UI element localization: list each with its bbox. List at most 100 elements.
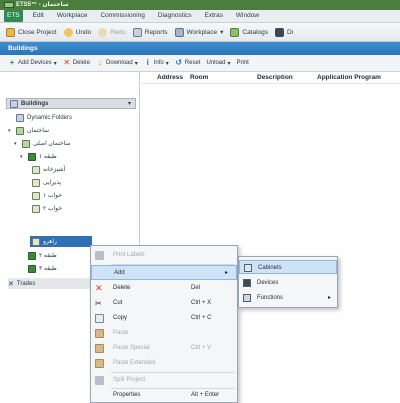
tree-item-trades[interactable]: ✕ Trades <box>8 278 90 289</box>
menu-item-split-project[interactable]: Split Project <box>91 373 237 388</box>
unload-button[interactable]: Unload ▾ <box>206 60 230 67</box>
tree-item-building[interactable]: ▾ ساختمان <box>8 125 49 136</box>
menu-ets[interactable]: ETS <box>4 10 23 22</box>
menu-item-paste[interactable]: Paste <box>91 326 237 341</box>
redo-icon <box>98 27 108 37</box>
print-button[interactable]: Print <box>237 60 249 66</box>
menu-item-paste-special[interactable]: Paste Special Ctrl + V <box>91 341 237 356</box>
download-button[interactable]: ↓ Download ▾ <box>96 59 138 67</box>
room-icon <box>32 191 40 200</box>
devices-grid-header: Address Room Description Application Pro… <box>141 72 400 84</box>
reset-icon: ↺ <box>175 58 183 67</box>
column-header-address[interactable]: Address <box>157 74 183 81</box>
chevron-down-icon: ▾ <box>53 60 57 67</box>
submenu-item-functions[interactable]: Functions ▸ <box>239 291 337 305</box>
expander-icon: ▾ <box>14 140 17 147</box>
column-header-application-program[interactable]: Application Program <box>317 74 381 81</box>
floor-icon <box>28 152 36 161</box>
menu-item-delete[interactable]: ✕ Delete Del <box>91 281 237 296</box>
room-icon <box>32 204 40 213</box>
chevron-down-icon: ▾ <box>127 101 131 107</box>
expander-icon: ▾ <box>20 153 23 160</box>
tree-item-floor-3[interactable]: طبقه ۳ <box>20 263 57 274</box>
diagnostics-icon <box>275 27 285 37</box>
menu-commissioning[interactable]: Commissioning <box>97 10 147 22</box>
workplace-icon <box>174 27 184 37</box>
context-menu: Print Labels Add ▸ ✕ Delete Del ✂ Cut Ct… <box>90 245 238 403</box>
tree-item-main-building[interactable]: ▾ ساختمان اصلی <box>14 138 71 149</box>
submenu-item-devices[interactable]: Devices <box>239 276 337 290</box>
tree-item-room-bedroom-2[interactable]: خواب ۲ <box>32 203 62 214</box>
window-title: ETS5™ - ساختمان <box>16 2 69 8</box>
submenu-arrow-icon: ▸ <box>224 270 228 276</box>
column-header-description[interactable]: Description <box>257 74 293 81</box>
info-button[interactable]: i Info ▾ <box>144 59 169 67</box>
plus-icon: + <box>9 58 15 67</box>
submenu-arrow-icon: ▸ <box>327 295 331 301</box>
undo-button[interactable]: Undo <box>63 27 91 37</box>
floor-icon <box>28 251 36 260</box>
cut-icon: ✂ <box>95 299 102 308</box>
panel-title: Buildings <box>8 45 38 52</box>
menu-workplace[interactable]: Workplace <box>54 10 91 22</box>
function-icon <box>243 294 251 302</box>
buildings-panel-header: Buildings <box>0 42 400 55</box>
main-toolbar: Close Project Undo Redo Reports Workplac… <box>0 23 400 42</box>
undo-icon <box>63 27 73 37</box>
tree-header-buildings[interactable]: Buildings ▾ <box>6 98 136 109</box>
paste-special-icon <box>95 344 104 353</box>
download-icon: ↓ <box>98 58 103 67</box>
chevron-down-icon: ▾ <box>220 29 224 36</box>
panel-toolbar: + Add Devices ▾ ✕ Delete ↓ Download ▾ i … <box>0 55 400 72</box>
delete-icon: ✕ <box>63 58 71 67</box>
paste-icon <box>95 329 104 338</box>
reset-button[interactable]: ↺ Reset <box>175 58 200 67</box>
room-icon <box>32 165 40 174</box>
split-project-icon <box>95 376 104 385</box>
submenu-item-cabinets[interactable]: Cabinets <box>239 260 337 274</box>
print-icon <box>95 251 104 260</box>
tree-item-room-kitchen[interactable]: آشپزخانه <box>32 164 65 175</box>
title-bar: ETS5™ - ساختمان <box>0 0 400 10</box>
add-devices-button[interactable]: + Add Devices ▾ <box>8 59 57 67</box>
menu-diagnostics[interactable]: Diagnostics <box>155 10 195 22</box>
delete-icon: ✕ <box>95 283 103 293</box>
tree-item-room-reception[interactable]: پذیرایی <box>32 177 61 188</box>
add-submenu: Cabinets Devices Functions ▸ <box>238 256 338 308</box>
menu-item-copy[interactable]: Copy Ctrl + C <box>91 311 237 326</box>
room-icon <box>32 237 40 246</box>
chevron-down-icon: ▾ <box>134 60 138 67</box>
expander-icon: ▾ <box>8 127 11 134</box>
tree-item-floor-2[interactable]: طبقه ۲ <box>20 250 57 261</box>
menu-edit[interactable]: Edit <box>30 10 47 22</box>
device-icon <box>243 279 251 287</box>
menu-item-add[interactable]: Add ▸ <box>91 265 237 280</box>
floor-icon <box>28 264 36 273</box>
info-icon: i <box>146 58 149 67</box>
tree-item-floor-1[interactable]: ▾ طبقه ۱ <box>20 151 57 162</box>
trades-icon: ✕ <box>8 280 14 288</box>
workplace-button[interactable]: Workplace ▾ <box>174 27 224 37</box>
menu-item-cut[interactable]: ✂ Cut Ctrl + X <box>91 296 237 311</box>
copy-icon <box>95 314 104 323</box>
column-header-room[interactable]: Room <box>190 74 208 81</box>
menu-item-print-labels[interactable]: Print Labels <box>91 248 237 263</box>
diagnostics-button[interactable]: Di <box>275 27 293 37</box>
menu-item-properties[interactable]: Properties Alt + Enter <box>91 388 237 403</box>
close-project-icon <box>6 27 15 37</box>
catalogs-button[interactable]: Catalogs <box>230 27 268 37</box>
menu-window[interactable]: Window <box>233 10 262 22</box>
redo-button[interactable]: Redo <box>98 27 126 37</box>
building-icon <box>16 126 24 135</box>
cabinet-icon <box>244 264 252 272</box>
reports-icon <box>132 27 142 37</box>
close-project-button[interactable]: Close Project <box>6 27 57 37</box>
delete-button[interactable]: ✕ Delete <box>63 59 90 67</box>
tree-item-room-corridor[interactable]: راهرو <box>30 236 92 247</box>
menu-item-paste-extended[interactable]: Paste Extended <box>91 356 237 371</box>
tree-item-room-bedroom-1[interactable]: خواب ۱ <box>32 190 62 201</box>
reports-button[interactable]: Reports <box>132 27 168 37</box>
menu-extras[interactable]: Extras <box>202 10 226 22</box>
menu-bar: ETS Edit Workplace Commissioning Diagnos… <box>0 10 400 23</box>
tree-item-dynamic-folders[interactable]: Dynamic Folders <box>8 112 72 123</box>
